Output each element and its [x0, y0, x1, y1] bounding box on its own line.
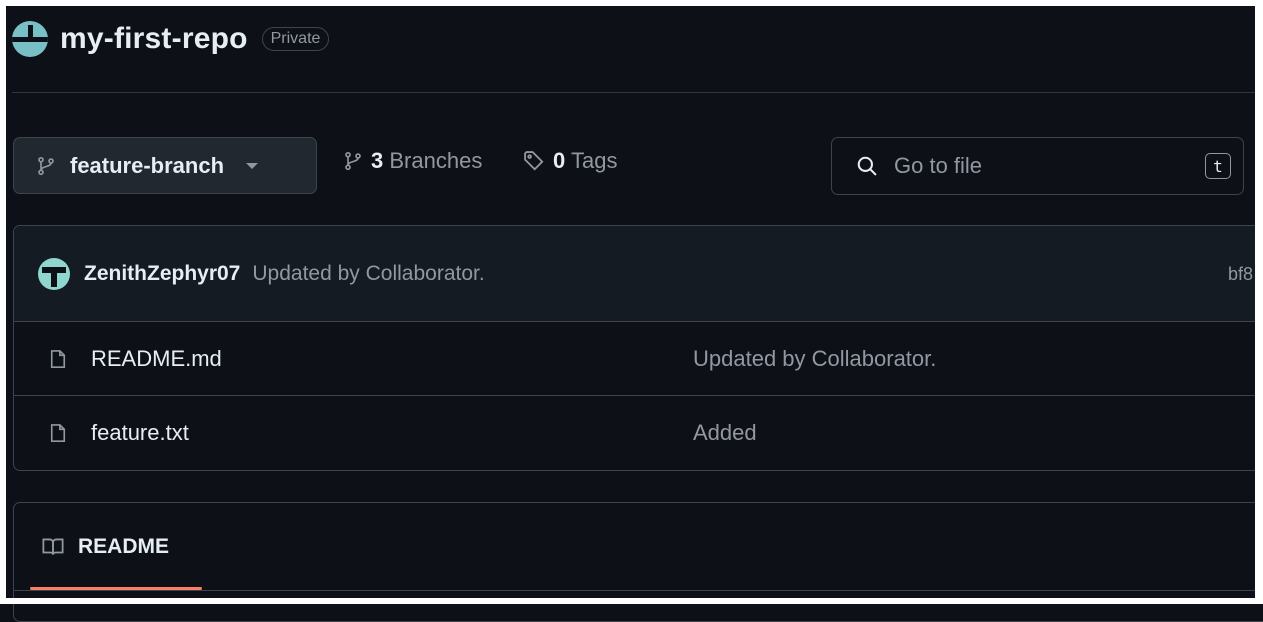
readme-tab-label: README [78, 535, 170, 558]
screenshot-edge-top [0, 0, 1263, 6]
file-row[interactable]: feature.txt Added [14, 396, 1263, 470]
keyboard-shortcut-hint: t [1205, 153, 1231, 179]
tag-icon [524, 151, 544, 171]
go-to-file-search[interactable]: t [831, 137, 1244, 195]
current-branch-label: feature-branch [70, 152, 225, 178]
git-branch-icon [345, 151, 361, 171]
header-divider [12, 92, 1255, 93]
file-icon [50, 424, 66, 442]
repo-owner-avatar[interactable] [12, 21, 48, 57]
commit-hash[interactable]: bf8 [1228, 264, 1253, 285]
branches-link[interactable]: 3 Branches [343, 148, 482, 174]
file-last-commit[interactable]: Added [693, 420, 757, 446]
repo-title[interactable]: my-first-repo [60, 22, 248, 56]
branches-count: 3 [371, 148, 384, 173]
commit-author-avatar[interactable] [38, 257, 70, 290]
book-icon [42, 538, 64, 555]
visibility-badge: Private [261, 27, 330, 51]
file-browser: ZenithZephyr07 Updated by Collaborator. … [13, 225, 1263, 471]
commit-author[interactable]: ZenithZephyr07 [84, 262, 240, 286]
chevron-down-icon [246, 162, 259, 169]
file-name[interactable]: feature.txt [91, 420, 189, 446]
tags-label: Tags [570, 148, 618, 173]
go-to-file-input[interactable] [892, 152, 1186, 180]
screenshot-edge-left [0, 0, 6, 604]
readme-divider [14, 590, 1263, 591]
commit-message[interactable]: Updated by Collaborator. [252, 262, 484, 286]
git-branch-icon [38, 156, 54, 175]
branch-select-button[interactable]: feature-branch [13, 137, 317, 194]
readme-panel: README [13, 502, 1263, 622]
file-last-commit[interactable]: Updated by Collaborator. [693, 346, 936, 372]
latest-commit-row: ZenithZephyr07 Updated by Collaborator. … [14, 226, 1263, 322]
readme-tab[interactable]: README [30, 503, 181, 591]
screenshot-edge-right [1255, 0, 1263, 604]
file-name[interactable]: README.md [91, 346, 222, 372]
tags-count: 0 [553, 148, 566, 173]
search-icon [857, 156, 877, 176]
file-row[interactable]: README.md Updated by Collaborator. [14, 322, 1263, 396]
file-icon [50, 350, 66, 368]
repo-header: my-first-repo Private [12, 14, 330, 64]
screenshot-edge-bottom [0, 598, 1263, 604]
branches-label: Branches [389, 148, 483, 173]
tags-link[interactable]: 0 Tags [523, 148, 617, 174]
